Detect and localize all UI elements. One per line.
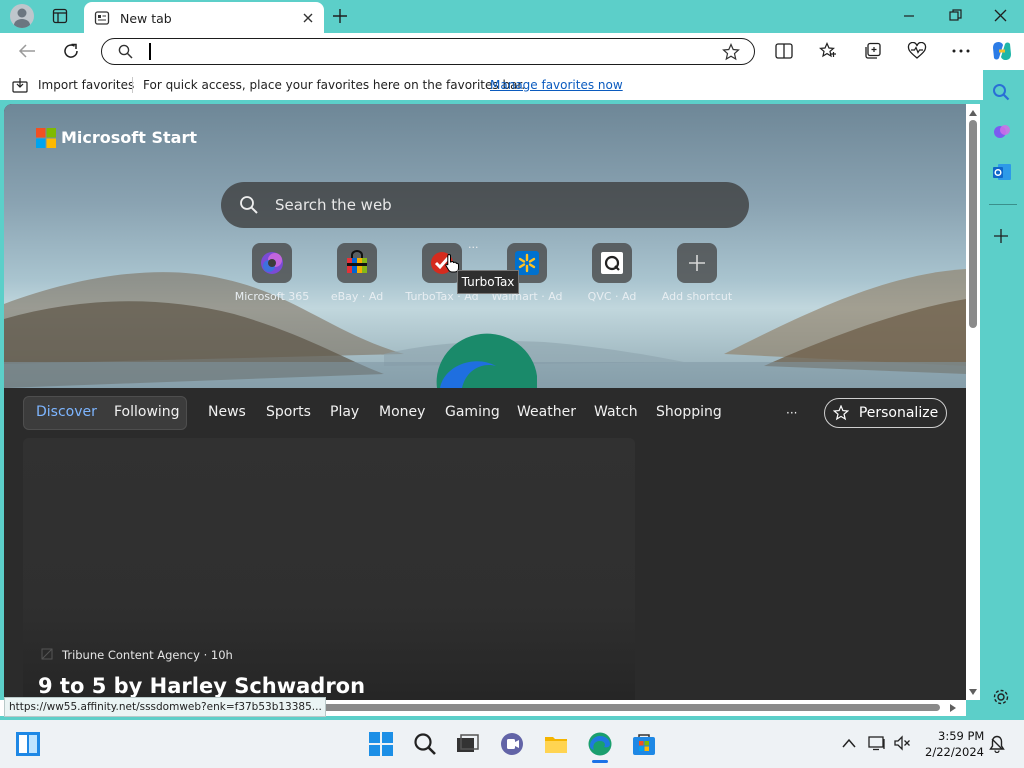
quick-link-microsoft-365[interactable] [252,243,292,283]
tab-gaming[interactable]: Gaming [445,404,500,420]
tooltip: TurboTax [457,270,519,294]
quick-link-ebay[interactable] [337,243,377,283]
edge-sidebar [983,70,1024,720]
tab-actions-icon[interactable] [52,8,68,24]
new-tab-button[interactable] [332,8,348,24]
card-title[interactable]: 9 to 5 by Harley Schwadron [38,674,365,698]
clock-date[interactable]: 2/22/2024 [925,745,984,759]
outlook-icon[interactable] [992,163,1012,181]
refresh-icon[interactable] [62,42,80,60]
sidebar-settings-icon[interactable] [992,688,1010,706]
browser-essentials-icon[interactable] [907,42,927,60]
file-explorer-icon[interactable] [543,731,569,757]
favorites-bar: Import favorites For quick access, place… [0,70,1024,100]
sidebar-add-icon[interactable] [994,229,1008,243]
status-url: https://ww55.affinity.net/sssdomweb?enk=… [4,697,326,717]
microsoft-365-icon [252,243,292,283]
plus-icon [677,243,717,283]
import-favorites-label[interactable]: Import favorites [38,78,134,92]
volume-muted-icon[interactable] [893,735,911,751]
active-app-indicator [592,760,608,763]
sidebar-copilot-icon[interactable] [992,122,1012,142]
favorites-message: For quick access, place your favorites h… [143,78,526,92]
manage-favorites-link[interactable]: Manage favorites now [490,78,623,92]
text-caret [149,43,151,60]
settings-more-icon[interactable] [952,49,970,53]
quick-link-label: Add shortcut [661,290,733,303]
tab-money[interactable]: Money [379,404,425,420]
web-search-box[interactable]: Search the web [221,182,749,228]
more-tabs-icon[interactable]: ··· [786,406,797,420]
source-logo-icon [41,648,53,660]
microsoft-logo-icon [36,128,56,148]
copilot-icon[interactable] [990,39,1014,63]
back-icon[interactable] [18,43,36,59]
tab-title: New tab [120,10,172,26]
card-source: Tribune Content Agency · 10h [62,648,233,662]
quick-link-qvc[interactable] [592,243,632,283]
personalize-label: Personalize [858,405,939,421]
microsoft-store-icon[interactable] [631,731,657,757]
tab-discover[interactable]: Discover [36,404,97,420]
sidebar-divider [989,204,1017,205]
split-screen-icon[interactable] [775,43,793,59]
network-icon[interactable] [868,735,886,751]
new-tab-icon [94,10,110,26]
personalize-button[interactable]: Personalize [824,398,947,428]
tab-following[interactable]: Following [114,404,180,420]
widgets-icon[interactable] [15,731,41,757]
tab-play[interactable]: Play [330,404,359,420]
personalize-star-icon [832,405,849,421]
favorites-icon[interactable] [819,42,837,60]
import-favorites-icon[interactable] [12,77,28,93]
ebay-icon [337,243,377,283]
sidebar-search-icon[interactable] [992,83,1010,101]
taskbar-search-icon[interactable] [412,731,438,757]
profile-avatar[interactable] [10,4,34,28]
collections-icon[interactable] [864,42,882,60]
close-tab-icon[interactable] [302,12,314,24]
qvc-icon [592,243,632,283]
tab-watch[interactable]: Watch [594,404,638,420]
close-window-icon[interactable] [994,9,1007,22]
new-tab-page: Microsoft Start Search the web Microsoft… [4,104,966,704]
favorite-star-icon[interactable] [722,43,740,61]
clock-time[interactable]: 3:59 PM [938,729,984,743]
task-view-icon[interactable] [455,731,481,757]
brand-title[interactable]: Microsoft Start [61,128,197,147]
address-bar[interactable] [101,38,755,65]
favorites-separator [132,77,133,93]
add-shortcut-button[interactable] [677,243,717,283]
teams-chat-icon[interactable] [499,731,525,757]
restore-icon[interactable] [949,9,962,22]
start-icon[interactable] [368,731,394,757]
minimize-icon[interactable] [903,10,915,22]
notifications-icon[interactable] [989,735,1005,753]
search-icon [118,44,133,59]
tab-news[interactable]: News [208,404,246,420]
tab-sports[interactable]: Sports [266,404,311,420]
tab-shopping[interactable]: Shopping [656,404,722,420]
tab-new-tab[interactable]: New tab [84,2,324,34]
tab-weather[interactable]: Weather [517,404,576,420]
search-placeholder: Search the web [275,196,392,214]
show-hidden-icons-icon[interactable] [842,738,856,748]
edge-taskbar-icon[interactable] [587,731,613,757]
vertical-scrollbar[interactable] [966,104,980,700]
search-icon [239,195,259,215]
quick-link-more-icon[interactable]: ··· [468,241,479,254]
feed-card[interactable] [23,438,635,704]
